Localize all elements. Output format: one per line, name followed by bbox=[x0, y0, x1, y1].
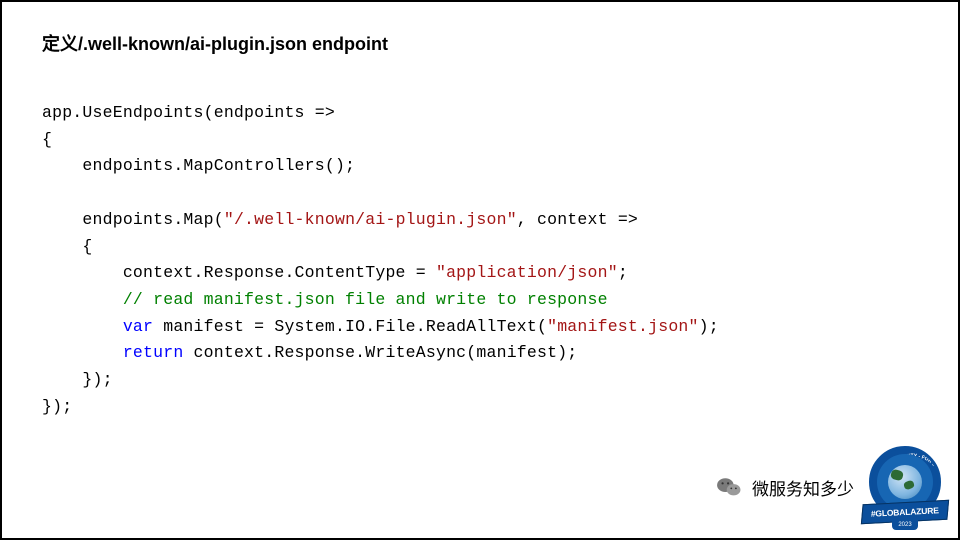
code-line: }); bbox=[42, 397, 72, 416]
code-line: { bbox=[42, 237, 93, 256]
code-line: , context => bbox=[517, 210, 638, 229]
code-string: "/.well-known/ai-plugin.json" bbox=[224, 210, 517, 229]
code-line: endpoints.MapControllers(); bbox=[42, 156, 355, 175]
wechat-icon bbox=[716, 476, 742, 498]
code-line: { bbox=[42, 130, 52, 149]
code-line: ; bbox=[618, 263, 628, 282]
global-azure-badge: BY COMMUNITY - FOR COMMUNITY #GLOBALAZUR… bbox=[864, 446, 946, 528]
code-line: context.Response.ContentType = bbox=[42, 263, 436, 282]
slide-title: 定义/.well-known/ai-plugin.json endpoint bbox=[42, 30, 918, 56]
code-string: "application/json" bbox=[436, 263, 618, 282]
code-keyword: var bbox=[42, 317, 153, 336]
code-line: app.UseEndpoints(endpoints => bbox=[42, 103, 335, 122]
code-line: }); bbox=[42, 370, 113, 389]
badge-year: 2023 bbox=[892, 520, 918, 530]
code-line: ); bbox=[699, 317, 719, 336]
code-line: context.Response.WriteAsync(manifest); bbox=[183, 343, 577, 362]
code-keyword: return bbox=[42, 343, 183, 362]
slide-container: 定义/.well-known/ai-plugin.json endpoint a… bbox=[0, 0, 960, 540]
globe-icon bbox=[888, 465, 922, 499]
code-line: endpoints.Map( bbox=[42, 210, 224, 229]
code-block: app.UseEndpoints(endpoints => { endpoint… bbox=[42, 100, 918, 421]
code-string: "manifest.json" bbox=[547, 317, 699, 336]
code-comment: // read manifest.json file and write to … bbox=[42, 290, 608, 309]
footer: 微服务知多少 BY COMMUNITY - FOR COMMUNITY #GLO… bbox=[716, 446, 946, 528]
code-line: manifest = System.IO.File.ReadAllText( bbox=[153, 317, 547, 336]
footer-account-name: 微服务知多少 bbox=[752, 475, 854, 500]
